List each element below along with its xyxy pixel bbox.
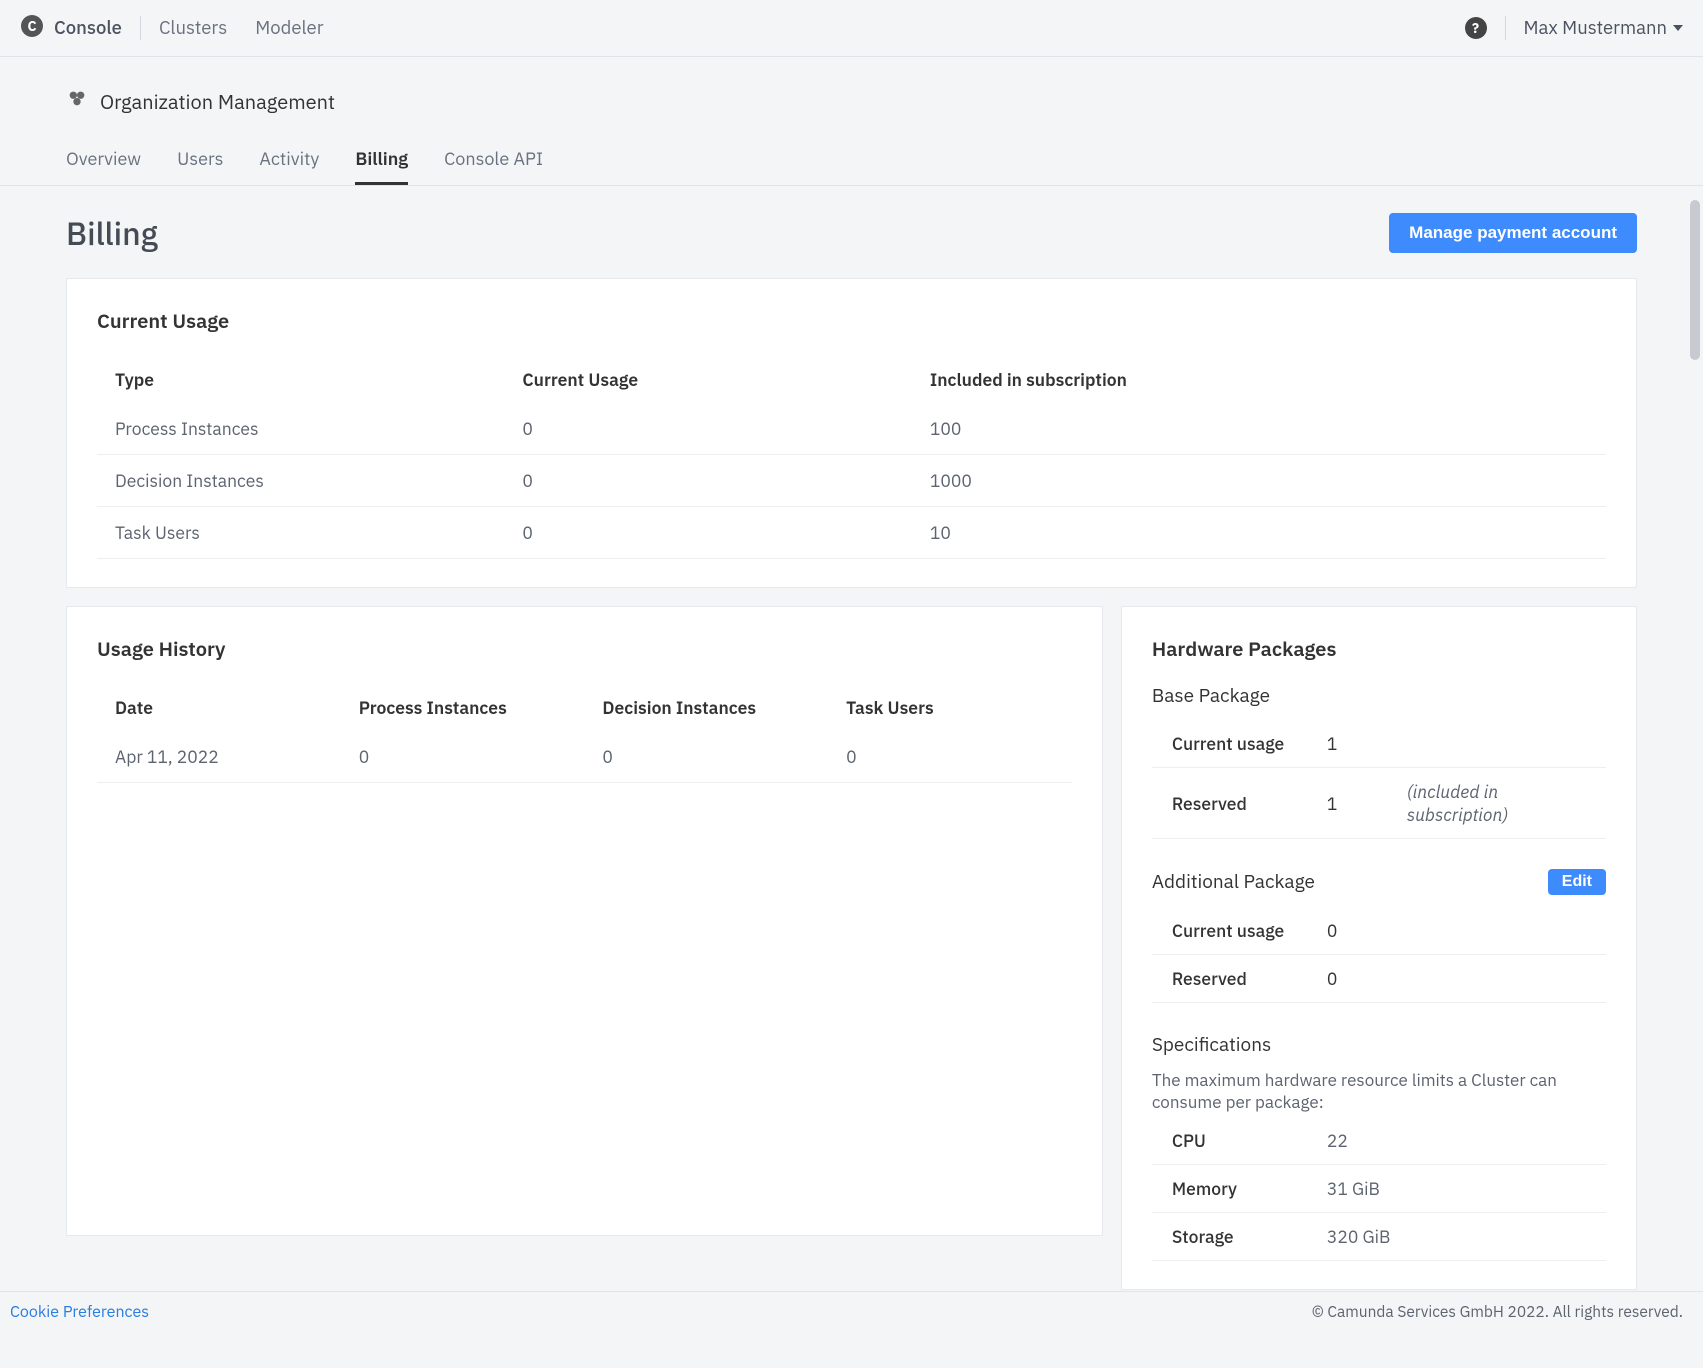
table-row: Current usage 1 [1152, 720, 1606, 768]
help-icon[interactable]: ? [1465, 17, 1487, 39]
edit-additional-button[interactable]: Edit [1548, 869, 1606, 895]
additional-package-title: Additional Package [1152, 870, 1315, 894]
specs-desc: The maximum hardware resource limits a C… [1152, 1069, 1606, 1113]
chevron-down-icon [1673, 25, 1683, 31]
table-row: Reserved 1 (included in subscription) [1152, 768, 1606, 839]
specs-table: CPU 22 Memory 31 GiB Storage 320 GiB [1152, 1117, 1606, 1261]
svg-text:C: C [27, 17, 36, 35]
col-date: Date [97, 684, 341, 731]
table-row: Memory 31 GiB [1152, 1165, 1606, 1213]
usage-history-title: Usage History [97, 635, 1072, 662]
scroll-thumb[interactable] [1690, 200, 1700, 360]
current-usage-title: Current Usage [97, 307, 1606, 334]
page-title: Billing [66, 212, 158, 254]
table-row: Apr 11, 2022 0 0 0 [97, 731, 1072, 783]
topnav-clusters[interactable]: Clusters [159, 16, 227, 40]
tab-console-api[interactable]: Console API [444, 147, 543, 185]
col-type: Type [97, 356, 504, 403]
specs-title: Specifications [1152, 1033, 1606, 1057]
org-icon [66, 87, 88, 115]
table-row: Reserved 0 [1152, 955, 1606, 1003]
page-header: Billing Manage payment account [66, 212, 1637, 254]
tabs: Overview Users Activity Billing Console … [0, 147, 1703, 186]
usage-history-card: Usage History Date Process Instances Dec… [66, 606, 1103, 1236]
current-usage-card: Current Usage Type Current Usage Include… [66, 278, 1637, 588]
user-name: Max Mustermann [1524, 16, 1667, 40]
manage-payment-button[interactable]: Manage payment account [1389, 213, 1637, 253]
user-menu[interactable]: Max Mustermann [1505, 16, 1683, 40]
table-row: CPU 22 [1152, 1117, 1606, 1165]
table-row: Task Users 0 10 [97, 507, 1606, 559]
col-di: Decision Instances [584, 684, 828, 731]
breadcrumb: Organization Management [66, 87, 1637, 115]
table-row: Current usage 0 [1152, 907, 1606, 955]
tab-activity[interactable]: Activity [259, 147, 319, 185]
topnav-modeler[interactable]: Modeler [255, 16, 323, 40]
app-name[interactable]: Console [54, 16, 141, 40]
footer: Cookie Preferences © Camunda Services Gm… [0, 1291, 1703, 1332]
copyright: © Camunda Services GmbH 2022. All rights… [1312, 1302, 1683, 1322]
hardware-packages-card: Hardware Packages Base Package Current u… [1121, 606, 1637, 1290]
topnav-links: Clusters Modeler [159, 16, 324, 40]
cookie-preferences-link[interactable]: Cookie Preferences [10, 1302, 149, 1322]
topbar: C Console Clusters Modeler ? Max Musterm… [0, 0, 1703, 57]
main: Billing Manage payment account Current U… [0, 186, 1703, 1368]
tab-billing[interactable]: Billing [355, 147, 408, 185]
usage-history-table: Date Process Instances Decision Instance… [97, 684, 1072, 783]
col-usage: Current Usage [504, 356, 911, 403]
brand: C Console [20, 14, 141, 43]
additional-package-table: Current usage 0 Reserved 0 [1152, 907, 1606, 1003]
base-package-title: Base Package [1152, 684, 1606, 708]
base-package-table: Current usage 1 Reserved 1 (included in … [1152, 720, 1606, 839]
col-tu: Task Users [828, 684, 1072, 731]
table-row: Decision Instances 0 1000 [97, 455, 1606, 507]
col-included: Included in subscription [912, 356, 1606, 403]
brand-icon: C [20, 14, 44, 43]
col-pi: Process Instances [341, 684, 585, 731]
table-row: Storage 320 GiB [1152, 1213, 1606, 1261]
breadcrumb-label[interactable]: Organization Management [100, 88, 335, 115]
hardware-title: Hardware Packages [1152, 635, 1606, 662]
table-row: Process Instances 0 100 [97, 403, 1606, 455]
current-usage-table: Type Current Usage Included in subscript… [97, 356, 1606, 559]
subheader: Organization Management Overview Users A… [0, 57, 1703, 186]
tab-users[interactable]: Users [177, 147, 223, 185]
tab-overview[interactable]: Overview [66, 147, 141, 185]
scrollbar[interactable] [1688, 60, 1700, 1292]
